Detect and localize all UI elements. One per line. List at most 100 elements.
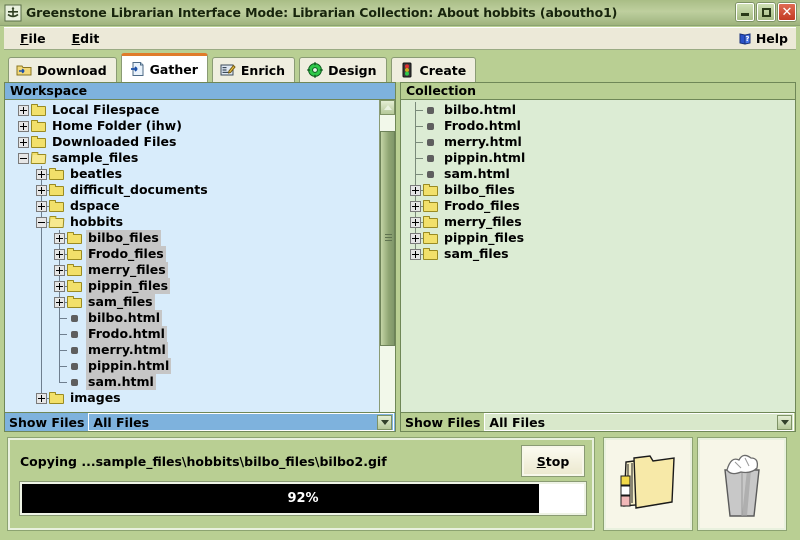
tree-expand-icon[interactable]	[410, 184, 421, 196]
tree-expand-icon[interactable]	[36, 392, 47, 404]
tab-download[interactable]: Download	[8, 57, 117, 82]
tree-expand-icon[interactable]	[410, 216, 421, 228]
tree-row[interactable]: images	[36, 390, 123, 406]
tab-gather[interactable]: Gather	[120, 53, 208, 82]
close-icon[interactable]: ✕	[778, 3, 796, 21]
tree-row[interactable]: bilbo.html	[54, 310, 162, 326]
tree-row[interactable]: merry_files	[54, 262, 168, 278]
tree-row-label: Frodo_files	[86, 246, 166, 262]
tree-handle-spacer	[410, 153, 421, 164]
tree-row[interactable]: Frodo.html	[54, 326, 167, 342]
tree-row[interactable]: pippin_files	[410, 230, 526, 246]
enrich-pencil-icon	[220, 62, 236, 78]
tree-row-label: dspace	[70, 198, 120, 213]
tree-expand-icon[interactable]	[54, 264, 65, 276]
tree-row-label: Home Folder (ihw)	[52, 118, 182, 133]
tree-expand-icon[interactable]	[54, 232, 65, 244]
tree-row[interactable]: sam_files	[54, 294, 155, 310]
tree-collapse-icon[interactable]	[18, 152, 29, 164]
tree-row[interactable]: dspace	[36, 198, 122, 214]
folder-open-icon	[48, 216, 65, 229]
tree-row[interactable]: Frodo_files	[54, 246, 166, 262]
tree-expand-icon[interactable]	[410, 232, 421, 244]
create-folder-button[interactable]	[604, 438, 692, 530]
tree-row[interactable]: beatles	[36, 166, 124, 182]
tree-expand-icon[interactable]	[18, 104, 29, 116]
tree-expand-icon[interactable]	[18, 136, 29, 148]
file-bullet-icon	[67, 326, 83, 342]
tree-expand-icon[interactable]	[54, 296, 65, 308]
folder-icon	[423, 215, 439, 229]
tree-row[interactable]: Frodo.html	[410, 118, 523, 134]
maximize-icon[interactable]	[757, 3, 775, 21]
file-bullet-icon	[423, 150, 439, 166]
tree-row[interactable]: hobbits	[36, 214, 125, 230]
trash-button[interactable]	[698, 438, 786, 530]
workspace-show-files-select[interactable]: All Files	[88, 413, 394, 431]
menu-edit[interactable]: Edit	[62, 29, 110, 48]
tree-row[interactable]: Local Filespace	[18, 102, 161, 118]
tab-enrich-label: Enrich	[240, 62, 286, 78]
tree-row[interactable]: bilbo_files	[410, 182, 517, 198]
scroll-up-arrow-icon[interactable]	[380, 100, 395, 115]
minimize-icon[interactable]	[736, 3, 754, 21]
tree-expand-icon[interactable]	[18, 120, 29, 132]
tree-row-label: sam_files	[86, 294, 155, 310]
tree-handle-spacer	[54, 377, 65, 388]
tree-row[interactable]: sam_files	[410, 246, 511, 262]
tree-row-label: hobbits	[70, 214, 124, 229]
tab-bar: Download Gather Enrich Design Create	[4, 50, 796, 82]
tree-row[interactable]: sample_files	[18, 150, 140, 166]
tree-row-label: Local Filespace	[52, 102, 160, 117]
collection-tree[interactable]: bilbo.html Frodo.html merry.html pippin.htm…	[401, 100, 795, 431]
trash-bin-icon	[707, 446, 777, 522]
progress-panel: Copying ...sample_files\hobbits\bilbo_fi…	[8, 438, 594, 530]
tree-row[interactable]: bilbo_files	[54, 230, 161, 246]
tab-create[interactable]: Create	[390, 57, 477, 82]
menu-help[interactable]: ? Help	[738, 31, 788, 46]
tree-row[interactable]: merry.html	[410, 134, 524, 150]
collection-show-files-select[interactable]: All Files	[484, 413, 794, 431]
tree-handle-spacer	[54, 329, 65, 340]
tree-row[interactable]: sam.html	[410, 166, 512, 182]
workspace-tree[interactable]: Local Filespace Home Folder (ihw) Download…	[5, 100, 395, 431]
tab-design[interactable]: Design	[299, 57, 387, 82]
tree-expand-icon[interactable]	[410, 248, 421, 260]
tree-row[interactable]: merry_files	[410, 214, 524, 230]
tree-row[interactable]: pippin_files	[54, 278, 171, 294]
tree-expand-icon[interactable]	[36, 200, 47, 212]
tree-expand-icon[interactable]	[36, 168, 47, 180]
tree-row[interactable]: merry.html	[54, 342, 168, 358]
tree-row[interactable]: Home Folder (ihw)	[18, 118, 184, 134]
folder-icon	[67, 263, 83, 277]
tree-row[interactable]: pippin.html	[54, 358, 172, 374]
tree-expand-icon[interactable]	[54, 280, 65, 292]
chevron-down-icon[interactable]	[777, 414, 792, 430]
folder-icon	[49, 199, 65, 213]
scrollbar-thumb[interactable]	[380, 131, 395, 346]
menu-file[interactable]: File	[10, 29, 56, 48]
stop-button[interactable]: Stop	[522, 446, 584, 476]
file-bullet-icon	[67, 310, 83, 326]
scrollbar-track[interactable]	[380, 115, 395, 416]
file-bullet-icon	[423, 166, 439, 182]
tree-expand-icon[interactable]	[54, 248, 65, 260]
tab-enrich[interactable]: Enrich	[211, 57, 296, 82]
tree-expand-icon[interactable]	[410, 200, 421, 212]
tree-row[interactable]: sam.html	[54, 374, 156, 390]
tree-row[interactable]: Frodo_files	[410, 198, 522, 214]
workspace-show-files-label: Show Files	[9, 414, 85, 430]
tree-row[interactable]: difficult_documents	[36, 182, 210, 198]
tree-row[interactable]: Downloaded Files	[18, 134, 178, 150]
tree-row-label: pippin.html	[86, 358, 172, 374]
tree-collapse-icon[interactable]	[36, 216, 47, 228]
tree-handle-spacer	[54, 345, 65, 356]
workspace-panel: Workspace Local Filespace Home Folder (ih…	[4, 82, 396, 432]
chevron-down-icon[interactable]	[377, 414, 392, 430]
file-bullet-icon	[67, 358, 83, 374]
tree-expand-icon[interactable]	[36, 184, 47, 196]
tree-row[interactable]: bilbo.html	[410, 102, 518, 118]
file-bullet-icon	[67, 374, 83, 390]
tree-row[interactable]: pippin.html	[410, 150, 527, 166]
workspace-scrollbar[interactable]	[379, 100, 395, 431]
